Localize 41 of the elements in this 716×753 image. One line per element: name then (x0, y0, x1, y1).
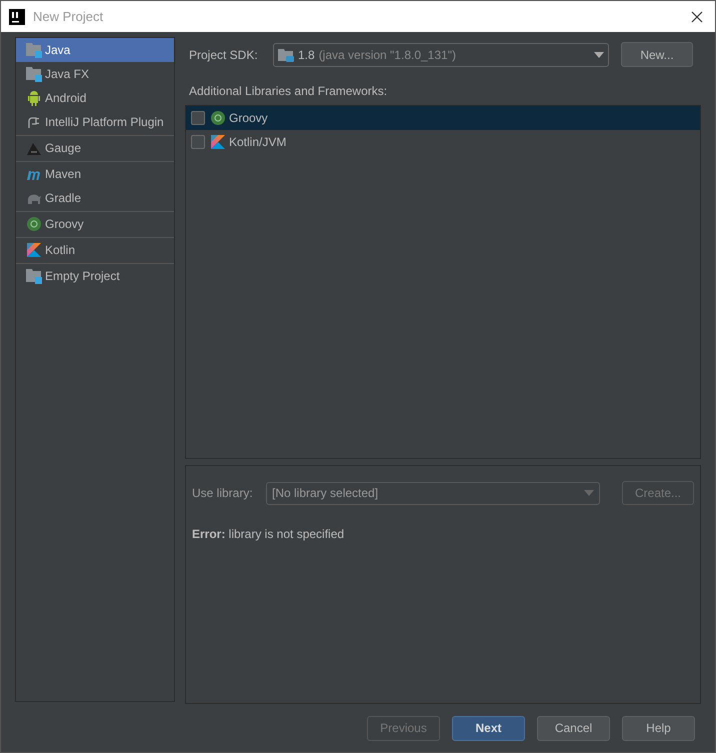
caret-icon (584, 490, 594, 496)
sdk-value: 1.8 (298, 46, 315, 64)
library-dropdown[interactable]: [No library selected] (266, 482, 600, 505)
project-type-item[interactable]: Android (16, 86, 174, 110)
framework-row[interactable]: Kotlin/JVM (186, 130, 700, 154)
project-type-item[interactable]: Gradle (16, 186, 174, 210)
error-message: Error: library is not specified (192, 526, 346, 544)
framework-row[interactable]: Groovy (186, 106, 700, 130)
new-sdk-button[interactable]: New... (621, 42, 693, 68)
android-icon (26, 90, 42, 106)
project-type-item[interactable]: Kotlin (16, 238, 174, 262)
folder-icon (26, 66, 42, 82)
project-type-item[interactable]: IntelliJ Platform Plugin (16, 110, 174, 134)
groovy-icon (210, 110, 226, 126)
project-type-item[interactable]: Maven (16, 162, 174, 186)
dialog-button[interactable]: Help (622, 716, 695, 740)
library-label: Use library: (192, 485, 254, 502)
checkbox[interactable] (191, 134, 205, 149)
groovy-icon (26, 216, 42, 232)
kotlin-icon (26, 242, 42, 258)
close-icon[interactable] (691, 10, 703, 22)
library-value: [No library selected] (272, 485, 380, 502)
window-title: New Project (33, 8, 104, 26)
folder-icon (26, 268, 42, 284)
kotlin-icon (210, 134, 226, 150)
folder-icon (26, 42, 42, 58)
project-type-item[interactable]: Empty Project (16, 264, 174, 288)
dialog-button[interactable]: Cancel (537, 716, 610, 740)
app-logo-icon (9, 8, 25, 24)
frameworks-label: Additional Libraries and Frameworks: (188, 82, 388, 100)
project-type-item[interactable]: Gauge (16, 136, 174, 160)
project-type-item[interactable]: Java FX (16, 62, 174, 86)
project-type-item[interactable]: Java (16, 38, 174, 62)
project-type-item[interactable]: Groovy (16, 212, 174, 236)
checkbox[interactable] (191, 110, 205, 125)
sdk-version-detail: (java version "1.8.0_131") (318, 46, 457, 64)
caret-icon (594, 52, 604, 58)
sdk-dropdown[interactable]: 1.8 (java version "1.8.0_131") (273, 42, 609, 67)
next-button[interactable]: Next (452, 716, 525, 740)
sdk-label: Project SDK: (188, 46, 259, 64)
folder-icon (278, 48, 294, 62)
